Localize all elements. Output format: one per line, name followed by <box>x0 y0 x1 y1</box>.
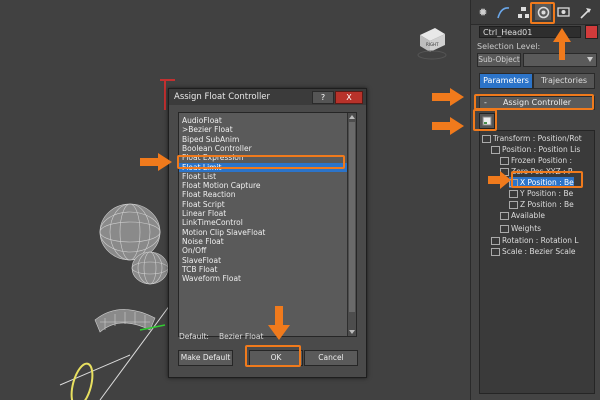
arrow-up-icon <box>553 28 571 60</box>
arrow-right-icon <box>488 171 511 189</box>
annotation-arrows <box>140 28 571 340</box>
arrow-right-icon <box>140 153 172 171</box>
arrow-down-icon <box>268 306 290 340</box>
arrow-right-icon <box>432 88 464 106</box>
arrow-right-icon <box>432 117 464 135</box>
